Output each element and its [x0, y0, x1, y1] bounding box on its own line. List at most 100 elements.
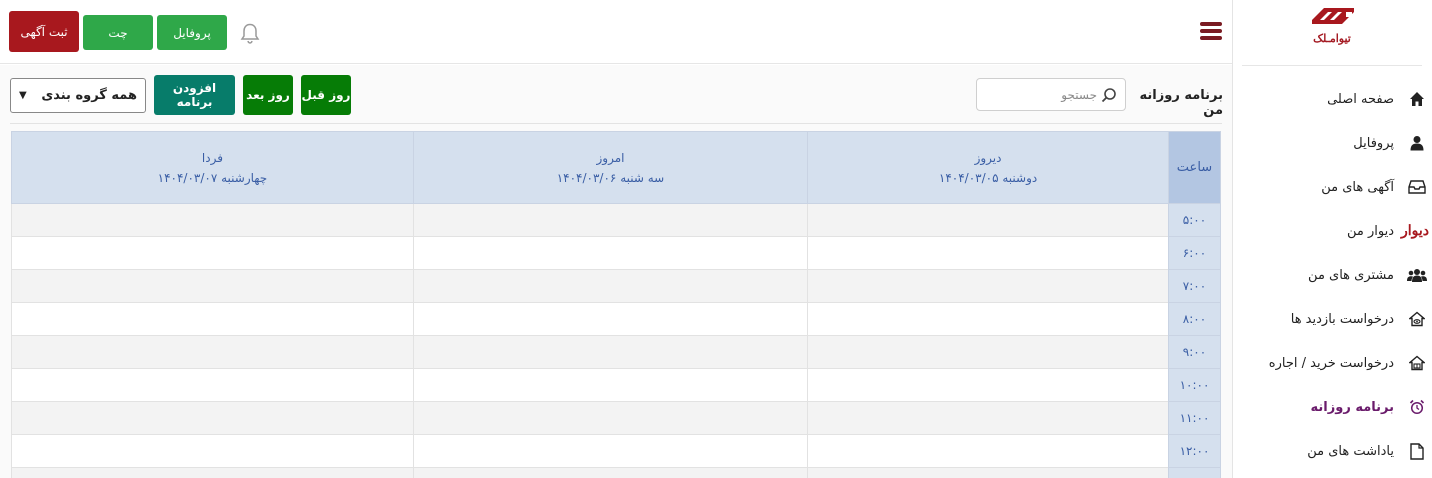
- sidebar-item-profile[interactable]: پروفایل: [1232, 128, 1432, 158]
- schedule-slot[interactable]: [807, 236, 1169, 270]
- chevron-down-icon: ▼: [19, 90, 27, 101]
- hour-cell: ۸:۰۰: [1168, 302, 1221, 336]
- users-icon: [1404, 268, 1430, 282]
- divar-logo: دیوار: [1398, 223, 1432, 239]
- day-column-header-today: امروز سه شنبه ۱۴۰۴/۰۳/۰۶: [412, 131, 809, 204]
- schedule-slot[interactable]: [807, 467, 1169, 478]
- hour-cell: ۹:۰۰: [1168, 335, 1221, 369]
- sidebar-item-my-customers[interactable]: مشتری های من: [1232, 260, 1432, 290]
- day-column-header-yesterday: دیروز دوشنبه ۱۴۰۴/۰۳/۰۵: [807, 131, 1169, 204]
- schedule-slot[interactable]: [11, 467, 414, 478]
- sidebar-item-home[interactable]: صفحه اصلی: [1232, 84, 1432, 114]
- sidebar-item-label: آگهی های من: [1321, 179, 1394, 195]
- schedule-slot[interactable]: [412, 368, 809, 402]
- search-input[interactable]: [987, 79, 1097, 110]
- schedule-slot[interactable]: [11, 434, 414, 468]
- table-row: ۷:۰۰: [11, 269, 1221, 303]
- hour-cell: ۶:۰۰: [1168, 236, 1221, 270]
- sidebar-item-my-ads[interactable]: آگهی های من: [1232, 172, 1432, 202]
- page-title: برنامه روزانه من: [1139, 88, 1223, 118]
- hour-column-header: ساعت: [1168, 131, 1221, 204]
- schedule-slot[interactable]: [11, 335, 414, 369]
- schedule-slot[interactable]: [412, 401, 809, 435]
- schedule-slot[interactable]: [412, 269, 809, 303]
- user-icon: [1404, 135, 1430, 151]
- sidebar-item-label: پروفایل: [1353, 135, 1394, 151]
- brand-logo-text: تیوامـلک: [1313, 32, 1351, 45]
- schedule-slot[interactable]: [412, 467, 809, 478]
- sidebar: تیوامـلک صفحه اصلی پروفایل آگهی های من د…: [1232, 0, 1432, 478]
- table-row: ۹:۰۰: [11, 335, 1221, 369]
- brand-logo[interactable]: تیوامـلک: [1304, 6, 1360, 46]
- hour-cell: ۱۰:۰۰: [1168, 368, 1221, 402]
- profile-button[interactable]: پروفایل: [157, 15, 227, 50]
- top-bar: ثبت آگهی چت پروفایل: [0, 0, 1232, 64]
- day-column-header-tomorrow: فردا چهارشنبه ۱۴۰۴/۰۳/۰۷: [11, 131, 414, 204]
- sidebar-item-purchase-rent-requests[interactable]: درخواست خرید / اجاره: [1232, 348, 1432, 378]
- hamburger-menu-icon[interactable]: [1200, 22, 1222, 40]
- house-store-icon: [1404, 355, 1430, 371]
- schedule-slot[interactable]: [412, 434, 809, 468]
- previous-day-button[interactable]: روز قبل: [301, 75, 351, 115]
- hour-cell: ۱۳:۰۰: [1168, 467, 1221, 478]
- sidebar-item-label: یاداشت های من: [1307, 443, 1394, 459]
- table-row: ۱۲:۰۰: [11, 434, 1221, 468]
- sidebar-item-visit-requests[interactable]: درخواست بازدید ها: [1232, 304, 1432, 334]
- schedule-slot[interactable]: [11, 368, 414, 402]
- hour-cell: ۱۲:۰۰: [1168, 434, 1221, 468]
- toolbar-divider: [10, 123, 1222, 124]
- schedule-slot[interactable]: [807, 368, 1169, 402]
- sidebar-item-my-wall[interactable]: دیوار دیوار من: [1232, 216, 1432, 246]
- sidebar-item-daily-schedule[interactable]: برنامه روزانه: [1232, 392, 1432, 422]
- table-row: ۱۱:۰۰: [11, 401, 1221, 435]
- table-row: ۵:۰۰: [11, 203, 1221, 237]
- inbox-icon: [1404, 180, 1430, 194]
- schedule-slot[interactable]: [11, 236, 414, 270]
- day-name: دیروز: [974, 150, 1002, 165]
- schedule-slot[interactable]: [412, 236, 809, 270]
- sidebar-item-label: مشتری های من: [1308, 267, 1394, 283]
- hour-cell: ۷:۰۰: [1168, 269, 1221, 303]
- file-icon: [1404, 442, 1430, 460]
- chat-button[interactable]: چت: [83, 15, 153, 50]
- search-box[interactable]: [976, 78, 1126, 111]
- schedule-slot[interactable]: [807, 434, 1169, 468]
- schedule-table: ساعت دیروز دوشنبه ۱۴۰۴/۰۳/۰۵ امروز سه شن…: [11, 131, 1221, 478]
- schedule-slot[interactable]: [412, 335, 809, 369]
- day-date: دوشنبه ۱۴۰۴/۰۳/۰۵: [938, 170, 1038, 185]
- schedule-slot[interactable]: [807, 269, 1169, 303]
- day-name: امروز: [596, 150, 625, 165]
- day-date: سه شنبه ۱۴۰۴/۰۳/۰۶: [556, 170, 665, 185]
- day-name: فردا: [201, 150, 223, 165]
- schedule-slot[interactable]: [11, 269, 414, 303]
- sidebar-divider: [1242, 65, 1422, 66]
- table-row: ۱۳:۰۰: [11, 467, 1221, 478]
- logo-roof-icon: [1312, 8, 1354, 24]
- schedule-slot[interactable]: [807, 401, 1169, 435]
- table-row: ۸:۰۰: [11, 302, 1221, 336]
- schedule-slot[interactable]: [11, 203, 414, 237]
- add-program-button[interactable]: افزودن برنامه: [154, 75, 235, 115]
- schedule-slot[interactable]: [807, 302, 1169, 336]
- schedule-slot[interactable]: [11, 401, 414, 435]
- schedule-slot[interactable]: [807, 335, 1169, 369]
- hour-cell: ۵:۰۰: [1168, 203, 1221, 237]
- home-icon: [1404, 91, 1430, 107]
- hour-cell: ۱۱:۰۰: [1168, 401, 1221, 435]
- search-icon: [1101, 88, 1116, 103]
- sidebar-item-label: برنامه روزانه: [1310, 399, 1394, 415]
- alarm-clock-icon: [1404, 399, 1430, 415]
- next-day-button[interactable]: روز بعد: [243, 75, 293, 115]
- table-row: ۱۰:۰۰: [11, 368, 1221, 402]
- group-select[interactable]: همه گروه بندی ▼: [10, 78, 146, 113]
- schedule-slot[interactable]: [11, 302, 414, 336]
- bell-icon[interactable]: [239, 22, 261, 44]
- sidebar-item-my-notes[interactable]: یاداشت های من: [1232, 436, 1432, 466]
- divar-logo-text: دیوار: [1401, 223, 1430, 239]
- schedule-slot[interactable]: [412, 203, 809, 237]
- sidebar-item-label: صفحه اصلی: [1327, 91, 1394, 107]
- post-ad-button[interactable]: ثبت آگهی: [9, 11, 79, 52]
- schedule-slot[interactable]: [412, 302, 809, 336]
- schedule-header-row: ساعت دیروز دوشنبه ۱۴۰۴/۰۳/۰۵ امروز سه شن…: [11, 131, 1221, 204]
- schedule-slot[interactable]: [807, 203, 1169, 237]
